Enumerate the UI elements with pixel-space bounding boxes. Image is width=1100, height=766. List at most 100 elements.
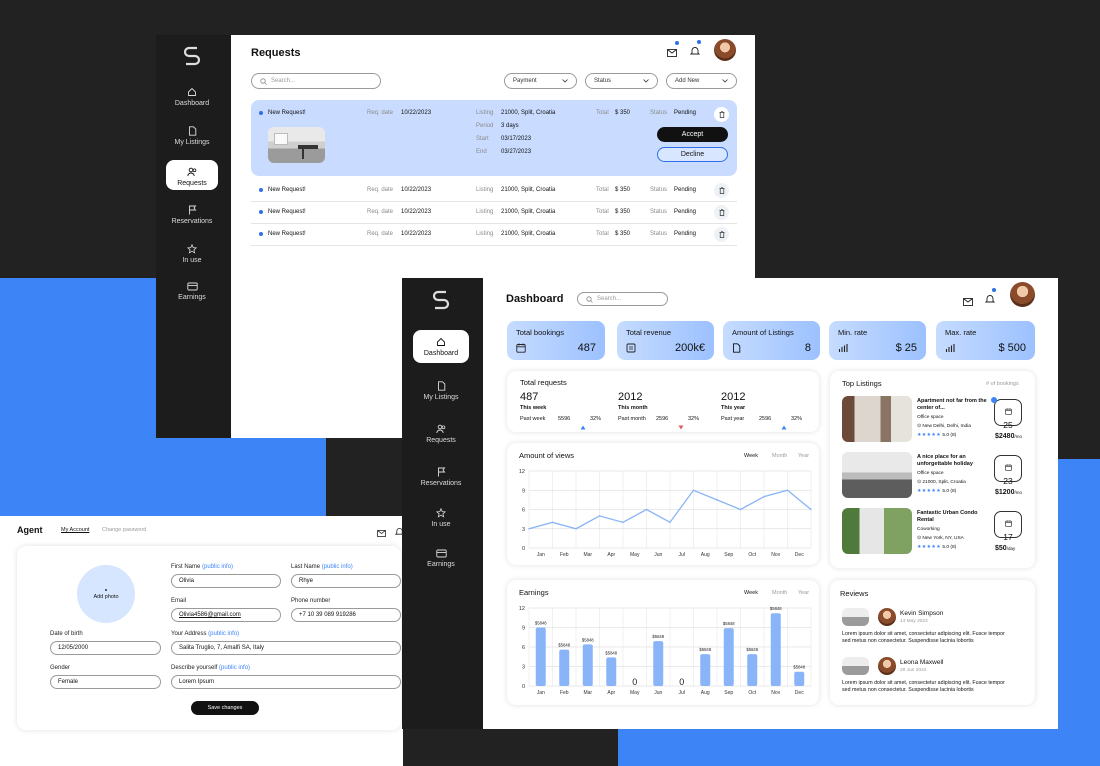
requests-sidebar: Dashboard My Listings Requests Reservations…	[156, 35, 231, 438]
delete-button[interactable]	[714, 227, 729, 242]
start-label: Start	[476, 136, 489, 142]
dob-label: Date of birth	[50, 631, 83, 637]
sidebar-item-dashboard[interactable]: Dashboard	[413, 330, 469, 363]
earnings-bar	[559, 649, 570, 686]
phone-field[interactable]: +7 10 39 089 919286	[291, 608, 401, 622]
table-row[interactable]: New Request! Req. date 10/22/2023 Listing 21…	[251, 181, 737, 202]
sidebar-item-earnings[interactable]: Earnings	[166, 275, 218, 305]
req-date: 10/22/2023	[401, 231, 432, 237]
mail-icon[interactable]	[963, 293, 973, 311]
describe-field[interactable]: Lorem Ipsum	[171, 675, 401, 689]
status-label: Status	[650, 187, 668, 193]
last-name-field[interactable]: Rhye	[291, 574, 401, 588]
dashboard-sidebar: Dashboard My Listings Requests Reservations…	[402, 278, 483, 729]
kpi-value: 8	[804, 342, 811, 354]
sidebar-item-label: Reservations	[171, 218, 213, 225]
kpi-value: 487	[577, 342, 596, 354]
stat-value: 2012	[721, 391, 746, 403]
x-tick-label: Apr	[607, 690, 615, 696]
save-changes-button[interactable]: Save changes	[191, 701, 259, 715]
y-tick-label: 6	[522, 645, 525, 651]
search-input[interactable]: Search...	[577, 292, 668, 306]
x-tick-label: Feb	[560, 552, 569, 558]
accept-button[interactable]: Accept	[657, 127, 728, 142]
mail-icon[interactable]	[667, 41, 679, 62]
payment-filter[interactable]: Payment	[504, 73, 577, 89]
decline-button[interactable]: Decline	[657, 147, 728, 162]
first-name-field[interactable]: Olivia	[171, 574, 281, 588]
total-label: Total	[596, 110, 609, 116]
tab-my-account[interactable]: My Account	[61, 527, 89, 533]
listing-price: $2480/mo	[995, 433, 1022, 440]
delete-button[interactable]	[714, 183, 729, 198]
listing-item[interactable]: Apartment not far from the center of... O…	[830, 396, 1035, 448]
listing-photo	[842, 396, 912, 442]
search-input[interactable]: Search...	[251, 73, 381, 89]
bar-data-label: $5848	[746, 647, 758, 652]
y-tick-label: 3	[522, 665, 525, 671]
listing-item[interactable]: Fantastic Urban Condo Rental Coworking ⊙ N…	[830, 508, 1035, 560]
status-label: Status	[650, 209, 668, 215]
kpi-title: Max. rate	[945, 328, 977, 337]
sidebar-item-requests[interactable]: Requests	[413, 417, 469, 450]
email-field[interactable]: Olivia4586@gmail.com	[171, 608, 281, 622]
table-row[interactable]: New Request! Req. date 10/22/2023 Listing 21…	[251, 203, 737, 224]
review-listing-photo	[842, 657, 869, 675]
tab-change-password[interactable]: Change password	[102, 527, 146, 533]
sidebar-item-label: Reservations	[420, 480, 462, 487]
mail-icon[interactable]	[377, 524, 386, 542]
review-text: sed metus non consectetur. Suspendisse l…	[842, 687, 974, 693]
bar-data-label: $5848	[582, 637, 594, 642]
status-filter[interactable]: Status	[585, 73, 658, 89]
stat-value: 2012	[618, 391, 643, 403]
listing-label: Listing	[476, 187, 494, 193]
req-date-label: Req. date	[367, 231, 394, 237]
review-date: 14 May 2022	[900, 619, 928, 624]
sidebar-item-in-use[interactable]: In use	[166, 237, 218, 267]
req-date-label: Req. date	[367, 110, 394, 116]
period-label: Period	[476, 123, 494, 129]
y-tick-label: 6	[522, 508, 525, 514]
sidebar-item-in-use[interactable]: In use	[413, 501, 469, 534]
sidebar-item-reservations[interactable]: Reservations	[413, 460, 469, 493]
request-expanded[interactable]: New Request! Req. date 10/22/2023 Listin…	[251, 100, 737, 176]
reviewer-name: Leona Maxwell	[900, 659, 944, 666]
rating-stars-icon: ★★★★★	[917, 545, 942, 550]
delete-button[interactable]	[714, 107, 729, 122]
avatar[interactable]	[1010, 282, 1035, 307]
address-field[interactable]: Salita Truglio, 7, Amalfi SA, Italy	[171, 641, 401, 655]
req-date-label: Req. date	[367, 187, 394, 193]
add-new-dropdown[interactable]: Add New	[666, 73, 737, 89]
gender-field[interactable]: Female	[50, 675, 161, 689]
table-row[interactable]: New Request! Req. date 10/22/2023 Listing 21…	[251, 225, 737, 246]
delete-button[interactable]	[714, 205, 729, 220]
sidebar-item-my-listings[interactable]: My Listings	[413, 374, 469, 407]
status-label: Status	[650, 110, 668, 116]
top-listings-card: Top Listings # of bookings Apartment not…	[830, 371, 1035, 568]
x-tick-label: Oct	[748, 552, 756, 558]
avatar[interactable]	[714, 39, 736, 61]
sidebar-item-my-listings[interactable]: My Listings	[166, 119, 218, 149]
document-icon	[732, 343, 741, 355]
sidebar-item-dashboard[interactable]: Dashboard	[166, 80, 218, 110]
x-tick-label: Jan	[537, 690, 545, 696]
sidebar-item-earnings[interactable]: Earnings	[413, 542, 469, 575]
y-tick-label: 0	[522, 546, 525, 552]
listing-item[interactable]: A nice place for an unforgettable holida…	[830, 452, 1035, 504]
bell-icon[interactable]	[984, 288, 996, 309]
y-tick-label: 9	[522, 626, 525, 632]
bell-icon[interactable]	[689, 40, 701, 61]
views-data-point	[786, 489, 789, 492]
dob-field[interactable]: 12/05/2000	[50, 641, 161, 655]
reviewer-avatar	[878, 608, 896, 626]
sidebar-item-requests[interactable]: Requests	[166, 160, 218, 190]
sidebar-item-reservations[interactable]: Reservations	[166, 198, 218, 228]
add-photo-button[interactable]: Add photo	[77, 565, 135, 623]
bookings-badge: 25	[994, 399, 1022, 430]
views-data-point	[645, 508, 648, 511]
listing-price: $1200/mo	[995, 489, 1022, 496]
total-requests-card: Total requests 487 This week Past week 5596…	[507, 371, 819, 432]
stat-pct: 32%	[688, 416, 700, 422]
request-title: New Request!	[268, 231, 306, 237]
status-dot	[259, 188, 263, 192]
